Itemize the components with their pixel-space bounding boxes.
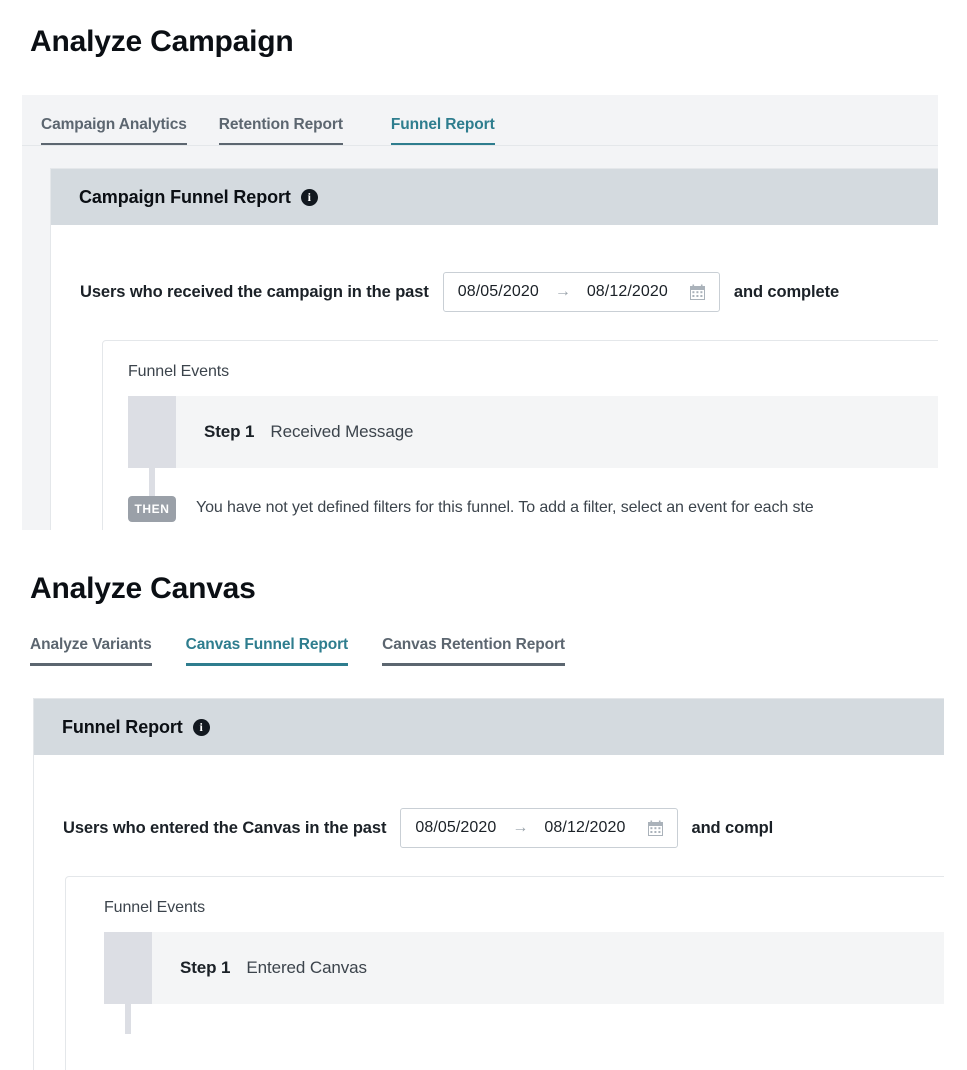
canvas-funnel-report-card: Funnel Report i Users who entered the Ca… [33, 698, 944, 1070]
canvas-start-date[interactable]: 08/05/2020 [415, 819, 496, 837]
arrow-right-icon: → [512, 819, 529, 836]
analyze-canvas-section: Analyze Canvas Analyze Variants Canvas F… [0, 560, 967, 1070]
page-title-analyze-campaign: Analyze Campaign [30, 25, 294, 58]
tab-analyze-variants[interactable]: Analyze Variants [30, 636, 152, 666]
screenshot-root: Analyze Campaign Campaign Analytics Rete… [0, 0, 967, 1070]
campaign-query-trail-text: and complete [733, 282, 840, 301]
campaign-card-title: Campaign Funnel Report [79, 186, 291, 207]
step-connector-line [125, 1004, 131, 1034]
canvas-step-1-label: Step 1 [180, 958, 231, 977]
campaign-filter-hint: You have not yet defined filters for thi… [196, 499, 814, 516]
arrow-right-icon: → [554, 283, 571, 300]
tab-canvas-funnel-report[interactable]: Canvas Funnel Report [185, 636, 348, 666]
campaign-funnel-events-label: Funnel Events [128, 363, 229, 380]
campaign-step-1-label: Step 1 [204, 422, 255, 441]
info-icon[interactable]: i [300, 188, 318, 206]
canvas-date-range-input[interactable]: 08/05/2020 → 08/12/2020 [400, 808, 678, 848]
canvas-funnel-events-panel: Funnel Events Step 1 Entered Canvas [65, 876, 944, 1070]
step-drag-handle[interactable] [104, 932, 152, 1004]
canvas-step-1-row[interactable]: Step 1 Entered Canvas [104, 932, 944, 1004]
canvas-tab-strip: Analyze Variants Canvas Funnel Report Ca… [30, 632, 565, 666]
canvas-step-1-event[interactable]: Entered Canvas [246, 958, 367, 978]
campaign-query-lead-text: Users who received the campaign in the p… [80, 282, 429, 301]
page-title-analyze-canvas: Analyze Canvas [30, 572, 256, 605]
canvas-funnel-events-label: Funnel Events [104, 899, 205, 916]
then-badge: THEN [128, 496, 176, 522]
tab-funnel-report[interactable]: Funnel Report [390, 116, 495, 146]
campaign-funnel-report-card: Campaign Funnel Report i Users who recei… [50, 168, 938, 530]
campaign-query-row: Users who received the campaign in the p… [80, 272, 839, 312]
tab-canvas-retention-report[interactable]: Canvas Retention Report [382, 636, 565, 666]
campaign-tabstrip-divider [22, 145, 938, 146]
info-icon[interactable]: i [192, 718, 210, 736]
canvas-query-trail-text: and compl [691, 818, 774, 837]
step-drag-handle[interactable] [128, 396, 176, 468]
campaign-step-1-row[interactable]: Step 1 Received Message [128, 396, 938, 468]
campaign-card-header: Campaign Funnel Report i [51, 169, 938, 225]
canvas-query-row: Users who entered the Canvas in the past… [63, 808, 773, 848]
canvas-query-lead-text: Users who entered the Canvas in the past [63, 818, 387, 837]
campaign-card-clip: Campaign Funnel Report i Users who recei… [50, 168, 938, 530]
campaign-funnel-events-panel: Funnel Events Step 1 Received Message TH… [102, 340, 938, 530]
canvas-card-header: Funnel Report i [34, 699, 944, 755]
campaign-start-date[interactable]: 08/05/2020 [458, 283, 539, 301]
tab-retention-report[interactable]: Retention Report [218, 116, 343, 146]
campaign-date-range-input[interactable]: 08/05/2020 → 08/12/2020 [442, 272, 720, 312]
calendar-icon[interactable] [689, 284, 705, 300]
campaign-end-date[interactable]: 08/12/2020 [587, 283, 668, 301]
campaign-tab-strip: Campaign Analytics Retention Report Funn… [41, 112, 495, 146]
campaign-step-1-event[interactable]: Received Message [270, 422, 413, 442]
canvas-card-clip: Funnel Report i Users who entered the Ca… [33, 698, 944, 1070]
canvas-end-date[interactable]: 08/12/2020 [544, 819, 625, 837]
calendar-icon[interactable] [647, 820, 663, 836]
canvas-card-title: Funnel Report [62, 716, 183, 737]
tab-campaign-analytics[interactable]: Campaign Analytics [41, 116, 187, 146]
analyze-campaign-section: Analyze Campaign Campaign Analytics Rete… [0, 0, 967, 530]
